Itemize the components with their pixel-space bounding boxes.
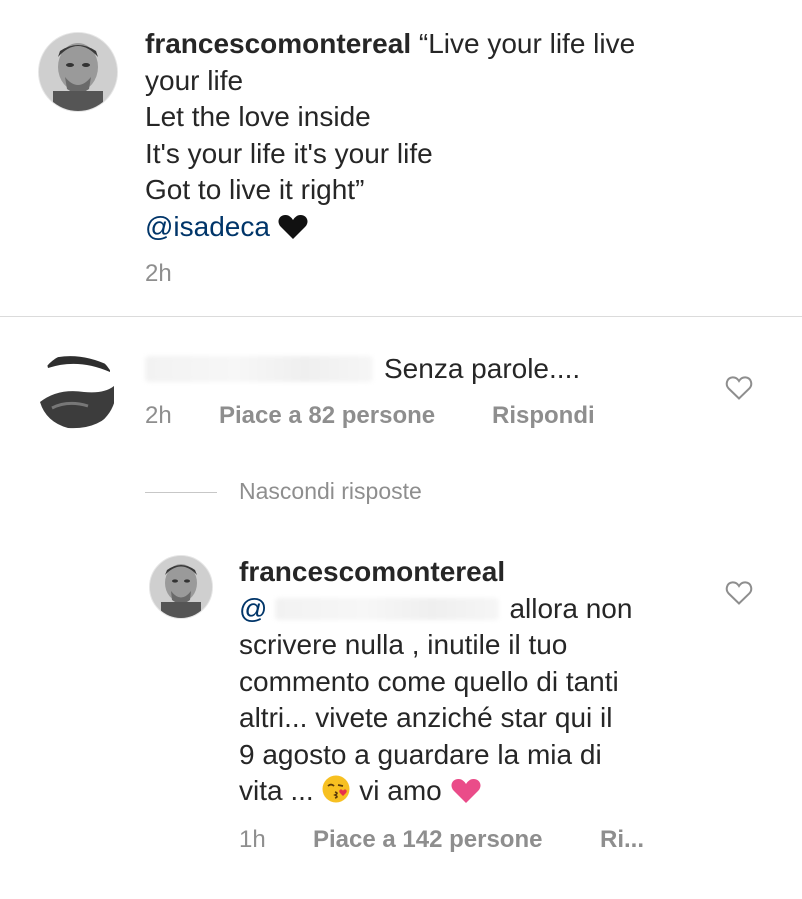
reply-likes-label: Piace a 142 persone <box>313 826 543 853</box>
caption-line: your life <box>145 64 244 96</box>
hide-replies-button[interactable]: Nascondi risposte <box>239 478 422 505</box>
reply-username[interactable]: francescomontereal <box>239 554 699 591</box>
reply-line: altri... vivete anziché star qui il <box>239 702 613 733</box>
caption-line: “Live your life live <box>418 28 636 59</box>
black-heart-icon <box>278 214 308 239</box>
caption-line: Got to live it right” <box>145 174 365 205</box>
reply-like-heart-icon[interactable] <box>725 580 753 606</box>
reply-text: francescomontereal @ allora non scrivere … <box>239 554 699 810</box>
kiss-emoji-icon <box>322 775 350 803</box>
caption-line: Let the love inside <box>145 101 371 132</box>
caption-mention[interactable]: @isadeca <box>145 211 270 242</box>
replies-toggle-line <box>145 492 217 493</box>
profile-photo-icon <box>39 33 117 111</box>
profile-photo-icon <box>38 352 116 430</box>
like-heart-icon[interactable] <box>725 375 753 401</box>
reply-line: commento come quello di tanti <box>239 665 619 697</box>
comment-reply-label: Rispondi <box>492 402 595 429</box>
comment-timestamp: 2h <box>145 402 172 429</box>
reply-line: allora non <box>509 592 633 624</box>
caption-line: It's your life it's your life <box>145 137 433 169</box>
reply-reply-label: Ri... <box>600 826 645 853</box>
reply-timestamp: 1h <box>239 826 266 853</box>
reply-last-line: vita ... vi amo <box>239 773 699 810</box>
comment-likes-label: Piace a 82 persone <box>219 402 436 429</box>
reply-reply-button[interactable]: Ri... <box>600 826 644 854</box>
reply-mention[interactable]: @ <box>239 593 267 624</box>
reply-line: scrivere nulla , inutile il tuo <box>239 629 568 660</box>
pink-heart-icon <box>451 779 481 803</box>
reply-first-line: @ allora non <box>239 591 699 628</box>
comment-text: Senza parole.... <box>384 353 581 384</box>
reply-mention-redacted <box>275 597 500 620</box>
comment-likes-link[interactable]: Piace a 82 persone <box>219 402 435 430</box>
profile-photo-icon <box>150 556 212 618</box>
reply-likes-link[interactable]: Piace a 142 persone <box>313 826 542 854</box>
reply-line: 9 agosto a guardare la mia di <box>239 738 602 770</box>
reply-line: vi amo <box>359 775 442 806</box>
caption-divider <box>0 316 802 317</box>
reply-avatar[interactable] <box>149 555 213 619</box>
caption-avatar[interactable] <box>38 32 118 112</box>
caption-timestamp: 2h <box>145 260 172 287</box>
caption-text: francescomontereal “Live your life live … <box>145 26 755 245</box>
comment-username-redacted <box>145 356 373 382</box>
caption-username[interactable]: francescomontereal <box>145 28 411 59</box>
reply-line: vita ... <box>239 775 314 806</box>
comment-reply-button[interactable]: Rispondi <box>492 402 595 430</box>
comment-avatar[interactable] <box>38 352 116 430</box>
caption-mention-line: @isadeca <box>145 209 755 246</box>
